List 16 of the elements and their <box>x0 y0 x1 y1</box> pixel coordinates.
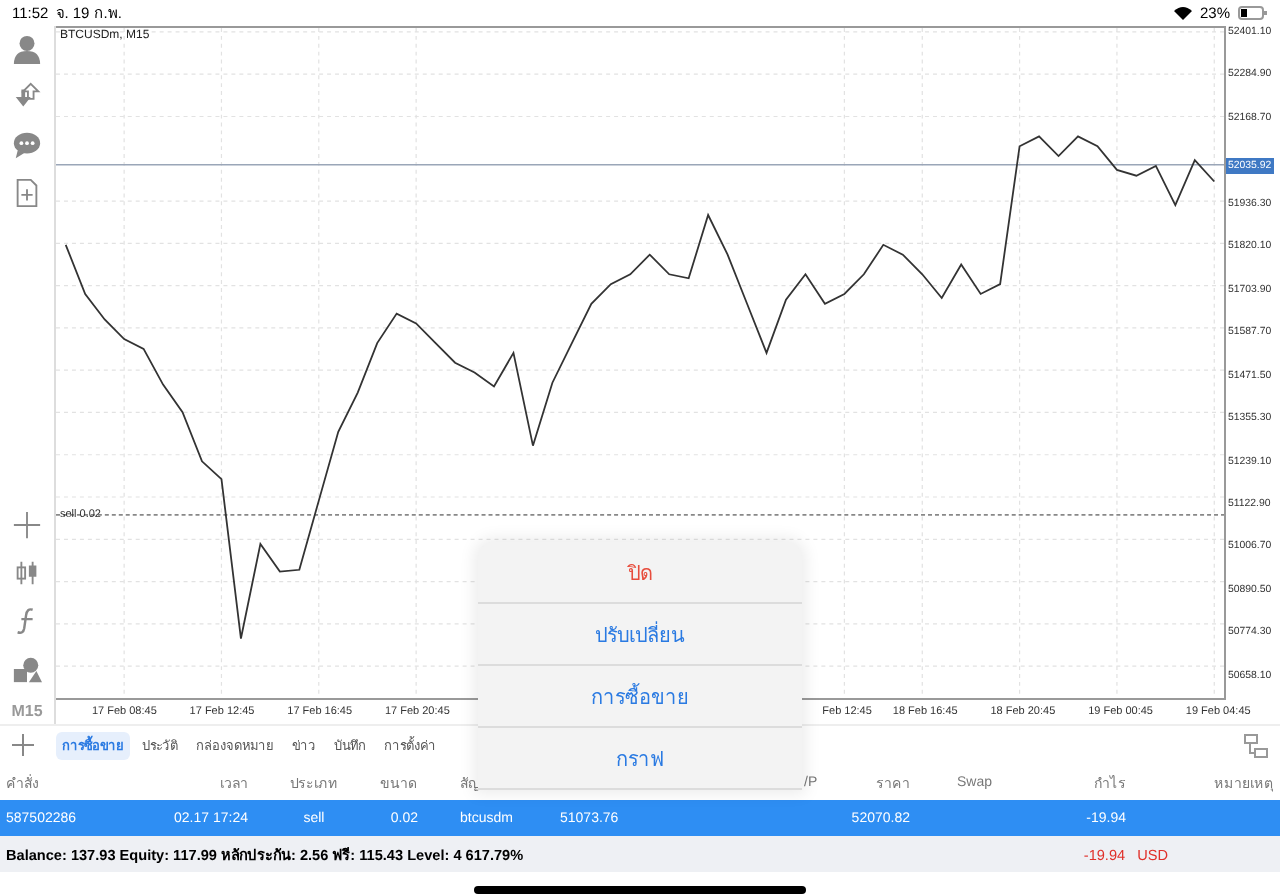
layout-icon[interactable] <box>1244 733 1268 758</box>
transfer-arrows-icon[interactable] <box>12 81 42 112</box>
timeframe-label[interactable]: M15 <box>11 701 43 724</box>
battery-icon <box>1238 5 1268 20</box>
menu-item[interactable]: ปิด <box>478 542 802 604</box>
crosshair-icon[interactable] <box>12 509 42 540</box>
menu-item[interactable]: กราฟ <box>478 728 802 790</box>
new-document-icon[interactable] <box>12 177 42 208</box>
menu-item[interactable]: ปรับเปลี่ยน <box>478 604 802 666</box>
objects-icon[interactable] <box>12 653 42 684</box>
add-icon[interactable] <box>12 734 34 757</box>
account-icon[interactable] <box>12 33 42 64</box>
chat-icon[interactable] <box>12 129 42 160</box>
menu-item[interactable]: การซื้อขาย <box>478 666 802 728</box>
candlestick-icon[interactable] <box>12 557 42 588</box>
wifi-icon <box>1173 5 1192 20</box>
